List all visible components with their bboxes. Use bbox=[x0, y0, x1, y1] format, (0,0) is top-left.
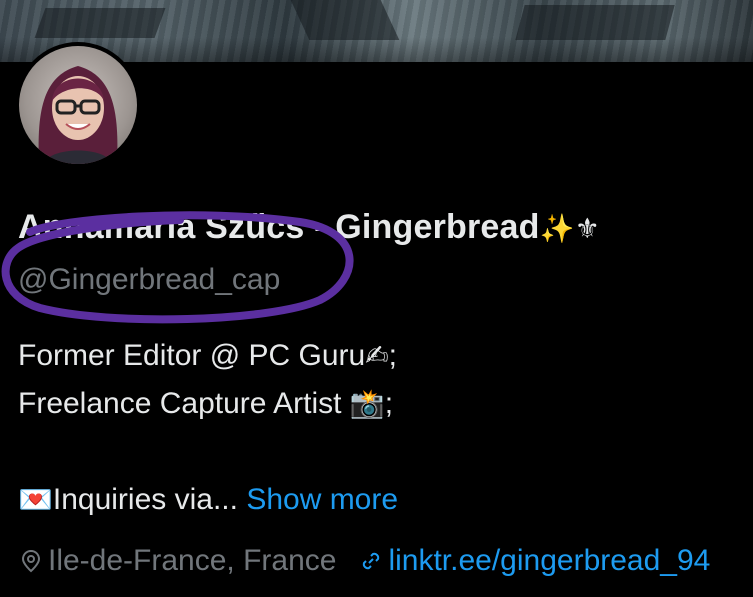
bio-line-2: Freelance Capture Artist 📸; bbox=[18, 380, 398, 428]
bio-line-1: Former Editor @ PC Guru✍; bbox=[18, 332, 398, 380]
location-pin-icon bbox=[18, 548, 44, 574]
bio-line-3: 💌Inquiries via... Show more bbox=[18, 476, 398, 524]
bio-line-2-text: Freelance Capture Artist bbox=[18, 387, 350, 420]
love-letter-emoji: 💌 bbox=[18, 483, 53, 516]
link-icon bbox=[358, 548, 384, 574]
profile-link[interactable]: linktr.ee/gingerbread_94 bbox=[388, 544, 710, 578]
avatar-photo bbox=[19, 46, 137, 164]
bio-line-1-suffix: ; bbox=[388, 339, 398, 372]
avatar[interactable] bbox=[15, 42, 141, 168]
location-text: Ile-de-France, France bbox=[48, 544, 337, 577]
camera-flash-emoji: 📸 bbox=[349, 387, 385, 420]
banner-roof bbox=[34, 8, 166, 38]
banner-roof bbox=[515, 5, 675, 40]
display-name-text: Annamaria Szűcs - Gingerbread bbox=[18, 208, 540, 246]
banner-roof bbox=[290, 0, 400, 40]
user-handle: @Gingerbread_cap bbox=[18, 263, 281, 296]
display-name: Annamaria Szűcs - Gingerbread✨⚜ bbox=[18, 208, 600, 247]
bio-line-1-text: Former Editor @ PC Guru bbox=[18, 339, 366, 372]
bio: Former Editor @ PC Guru✍; Freelance Capt… bbox=[18, 332, 398, 524]
bio-line-3-text: Inquiries via... bbox=[52, 483, 238, 516]
bio-blank-line bbox=[18, 428, 398, 476]
profile-meta: Ile-de-France, France linktr.ee/gingerbr… bbox=[18, 544, 710, 578]
name-emojis: ✨⚜ bbox=[539, 212, 600, 245]
show-more-link[interactable]: Show more bbox=[246, 483, 398, 516]
writing-hand-emoji: ✍ bbox=[365, 339, 389, 372]
bio-line-2-suffix: ; bbox=[384, 387, 394, 420]
